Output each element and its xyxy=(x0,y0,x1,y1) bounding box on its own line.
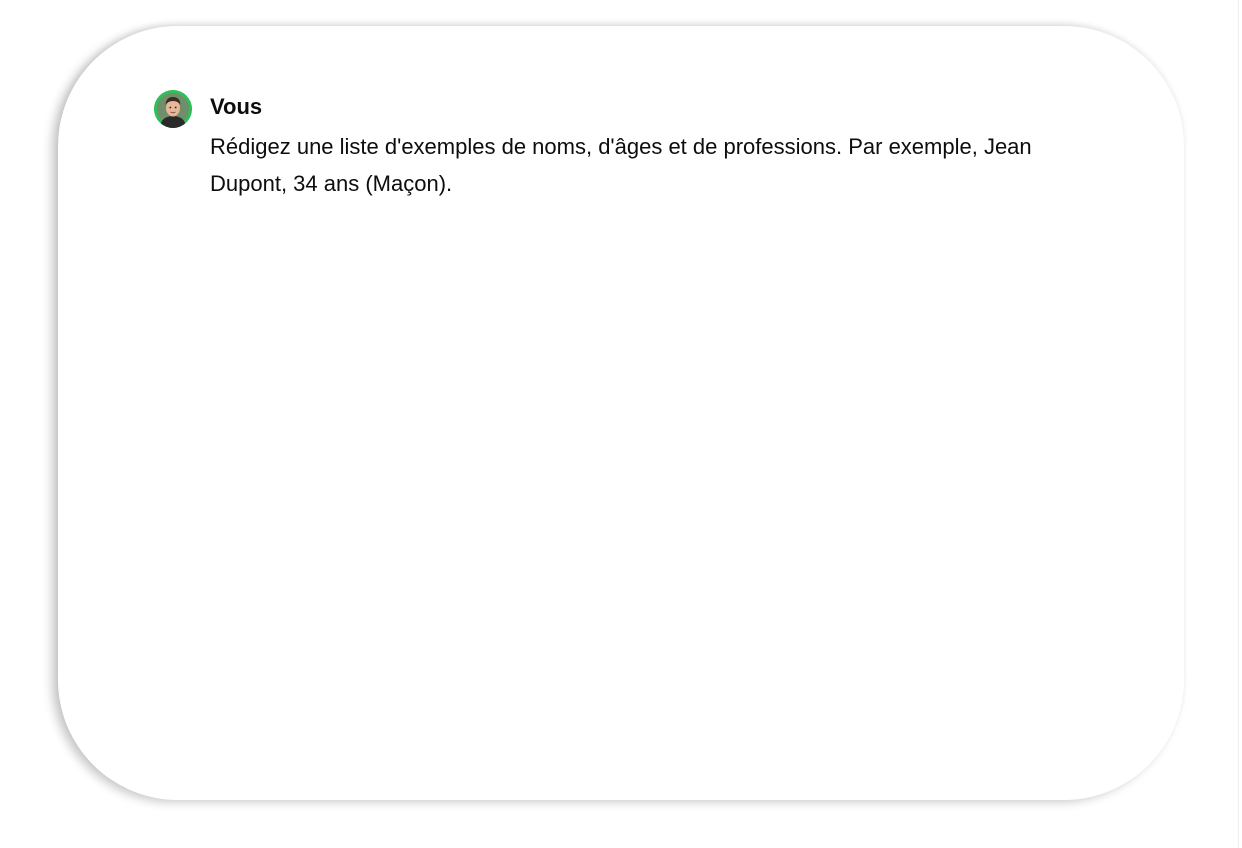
page: Vous Rédigez une liste d'exemples de nom… xyxy=(0,0,1242,848)
message-author: Vous xyxy=(210,94,263,119)
chat-card: Vous Rédigez une liste d'exemples de nom… xyxy=(58,26,1184,800)
avatar-photo xyxy=(154,90,192,128)
user-avatar-icon xyxy=(154,90,192,128)
message-text: Rédigez une liste d'exemples de noms, d'… xyxy=(210,134,1032,196)
side-divider xyxy=(1238,0,1239,848)
